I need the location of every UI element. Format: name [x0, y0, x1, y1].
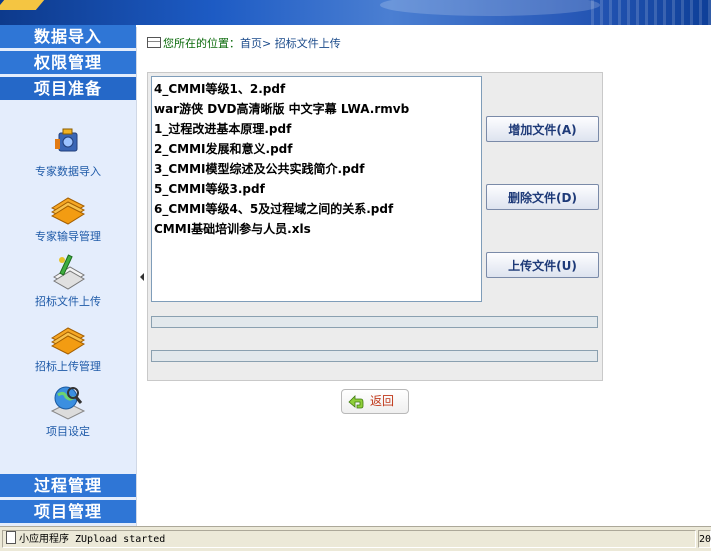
- document-edit-icon: [48, 251, 88, 291]
- sidebar-splitter[interactable]: [136, 27, 147, 526]
- top-banner: [0, 0, 711, 25]
- tool-tender-file-upload[interactable]: 招标文件上传: [0, 251, 136, 309]
- books-icon: [48, 316, 88, 356]
- file-list-item[interactable]: 2_CMMI发展和意义.pdf: [154, 139, 481, 159]
- breadcrumb: 您所在的位置：首页> 招标文件上传: [147, 36, 341, 52]
- file-list-item[interactable]: CMMI基础培训参与人员.xls: [154, 219, 481, 239]
- page-icon: [147, 37, 161, 48]
- tool-expert-data-import[interactable]: 专家数据导入: [0, 121, 136, 179]
- back-arrow-icon: [348, 395, 364, 409]
- tool-label: 招标文件上传: [35, 295, 101, 308]
- tool-tender-upload-management[interactable]: 招标上传管理: [0, 316, 136, 374]
- file-list-item[interactable]: 4_CMMI等级1、2.pdf: [154, 79, 481, 99]
- tool-expert-export-management[interactable]: 专家输导管理: [0, 186, 136, 244]
- status-pane: 小应用程序 ZUpload started: [2, 530, 696, 548]
- breadcrumb-separator: >: [262, 37, 272, 50]
- back-label: 返回: [370, 394, 395, 408]
- tool-label: 专家输导管理: [35, 230, 101, 243]
- upload-file-button[interactable]: 上传文件(U): [486, 252, 599, 278]
- file-list[interactable]: 4_CMMI等级1、2.pdf war游侠 DVD高清晰版 中文字幕 LWA.rm…: [151, 76, 482, 302]
- sidebar: 数据导入 权限管理 项目准备 专家数据导入 专家输导管理 招标文件上传 招标上传…: [0, 25, 136, 526]
- status-text: 小应用程序 ZUpload started: [19, 534, 166, 545]
- breadcrumb-current: 招标文件上传: [274, 37, 341, 50]
- menu-permission-management[interactable]: 权限管理: [0, 51, 136, 74]
- banner-pattern: [591, 0, 711, 25]
- camera-icon: [48, 121, 88, 161]
- file-list-item[interactable]: war游侠 DVD高清晰版 中文字幕 LWA.rmvb: [154, 99, 481, 119]
- banner-glow: [380, 0, 600, 16]
- menu-project-management[interactable]: 项目管理: [0, 500, 136, 523]
- total-progress-bar: [151, 350, 598, 362]
- delete-file-button[interactable]: 删除文件(D): [486, 184, 599, 210]
- menu-project-preparation[interactable]: 项目准备: [0, 77, 136, 100]
- breadcrumb-prefix: 您所在的位置：: [163, 37, 240, 50]
- menu-data-import[interactable]: 数据导入: [0, 25, 136, 48]
- file-list-item[interactable]: 3_CMMI模型综述及公共实践简介.pdf: [154, 159, 481, 179]
- globe-search-icon: [48, 381, 88, 421]
- file-list-item[interactable]: 1_过程改进基本原理.pdf: [154, 119, 481, 139]
- tool-label: 项目设定: [46, 425, 90, 438]
- tool-project-settings[interactable]: 项目设定: [0, 381, 136, 439]
- menu-process-management[interactable]: 过程管理: [0, 474, 136, 497]
- banner-logo-shape: [0, 0, 45, 10]
- add-file-button[interactable]: 增加文件(A): [486, 116, 599, 142]
- tool-label: 招标上传管理: [35, 360, 101, 373]
- upload-applet: 4_CMMI等级1、2.pdf war游侠 DVD高清晰版 中文字幕 LWA.rm…: [147, 72, 603, 381]
- tool-label: 专家数据导入: [35, 165, 101, 178]
- back-button[interactable]: 返回: [341, 389, 409, 414]
- file-list-item[interactable]: 6_CMMI等级4、5及过程域之间的关系.pdf: [154, 199, 481, 219]
- breadcrumb-home-link[interactable]: 首页: [240, 37, 262, 50]
- books-icon: [48, 186, 88, 226]
- file-list-item[interactable]: 5_CMMI等级3.pdf: [154, 179, 481, 199]
- collapse-arrow-icon[interactable]: [140, 273, 144, 281]
- status-bar: 小应用程序 ZUpload started 20: [0, 526, 711, 551]
- file-progress-bar: [151, 316, 598, 328]
- status-right-text: 20: [699, 534, 711, 545]
- status-pane-right: 20: [698, 530, 711, 548]
- document-icon: [6, 531, 16, 544]
